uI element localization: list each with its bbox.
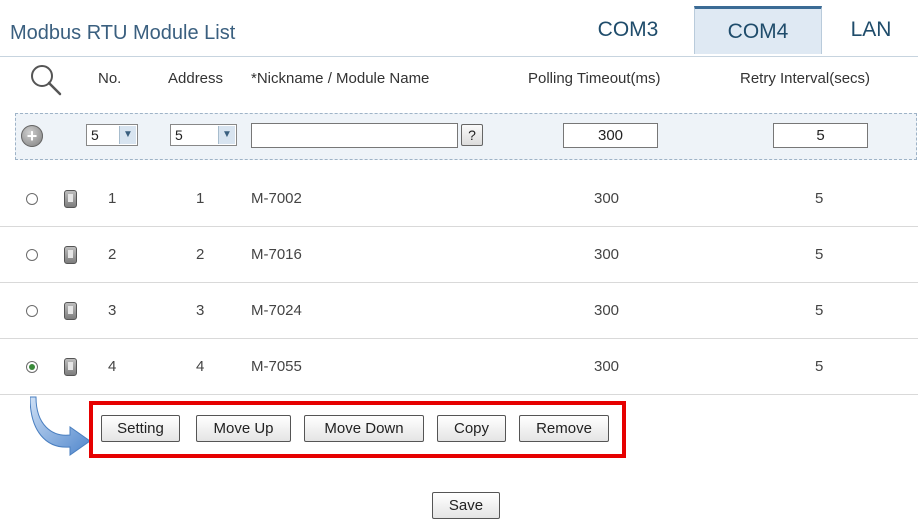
module-icon	[64, 190, 77, 208]
header-divider	[0, 56, 918, 57]
module-icon	[64, 302, 77, 320]
module-icon	[64, 358, 77, 376]
copy-button[interactable]: Copy	[437, 415, 506, 442]
row-polling-timeout: 300	[594, 190, 620, 207]
column-header-polling-timeout: Polling Timeout(ms)	[528, 70, 661, 87]
row-module-name: M-7016	[251, 246, 302, 263]
table-row[interactable]: 3 3 M-7024 300 5	[0, 283, 918, 339]
row-no: 4	[108, 358, 117, 375]
remove-button[interactable]: Remove	[519, 415, 609, 442]
row-module-name: M-7024	[251, 302, 302, 319]
move-down-button[interactable]: Move Down	[304, 415, 424, 442]
row-select-radio[interactable]	[26, 305, 38, 317]
polling-timeout-input[interactable]: 300	[563, 123, 658, 148]
module-icon	[64, 246, 77, 264]
row-select-radio[interactable]	[26, 193, 38, 205]
address-select-value: 5	[175, 127, 183, 143]
page-title: Modbus RTU Module List	[10, 22, 236, 44]
row-polling-timeout: 300	[594, 302, 620, 319]
table-row[interactable]: 4 4 M-7055 300 5	[0, 339, 918, 395]
row-address: 2	[196, 246, 205, 263]
retry-interval-input[interactable]: 5	[773, 123, 868, 148]
no-select[interactable]: 5 ▼	[86, 124, 138, 146]
row-address: 3	[196, 302, 205, 319]
row-polling-timeout: 300	[594, 246, 620, 263]
column-header-retry-interval: Retry Interval(secs)	[740, 70, 871, 87]
help-button[interactable]: ?	[461, 124, 483, 146]
row-select-radio[interactable]	[26, 361, 38, 373]
header: Modbus RTU Module List COM3 COM4 LAN	[0, 0, 918, 56]
row-module-name: M-7002	[251, 190, 302, 207]
chevron-down-icon: ▼	[119, 126, 136, 144]
chevron-down-icon: ▼	[218, 126, 235, 144]
row-no: 2	[108, 246, 117, 263]
save-button[interactable]: Save	[432, 492, 500, 519]
curved-arrow-icon	[30, 396, 91, 456]
search-icon[interactable]	[26, 62, 66, 98]
table-row[interactable]: 2 2 M-7016 300 5	[0, 227, 918, 283]
address-select[interactable]: 5 ▼	[170, 124, 237, 146]
setting-button[interactable]: Setting	[101, 415, 180, 442]
row-module-name: M-7055	[251, 358, 302, 375]
row-retry-interval: 5	[815, 190, 824, 207]
row-address: 4	[196, 358, 205, 375]
row-retry-interval: 5	[815, 302, 824, 319]
tab-com3[interactable]: COM3	[566, 6, 690, 54]
column-header-address: Address	[168, 70, 224, 87]
plus-icon: +	[26, 126, 38, 146]
column-header-nickname: *Nickname / Module Name	[251, 70, 430, 87]
nickname-input[interactable]	[251, 123, 458, 148]
tab-lan[interactable]: LAN	[824, 6, 918, 54]
row-no: 3	[108, 302, 117, 319]
tab-com4[interactable]: COM4	[694, 6, 822, 54]
row-no: 1	[108, 190, 117, 207]
row-retry-interval: 5	[815, 358, 824, 375]
row-address: 1	[196, 190, 205, 207]
add-module-button[interactable]: +	[21, 125, 43, 147]
row-select-radio[interactable]	[26, 249, 38, 261]
row-polling-timeout: 300	[594, 358, 620, 375]
move-up-button[interactable]: Move Up	[196, 415, 291, 442]
row-retry-interval: 5	[815, 246, 824, 263]
table-row[interactable]: 1 1 M-7002 300 5	[0, 171, 918, 227]
column-header-no: No.	[98, 70, 122, 87]
no-select-value: 5	[91, 127, 99, 143]
